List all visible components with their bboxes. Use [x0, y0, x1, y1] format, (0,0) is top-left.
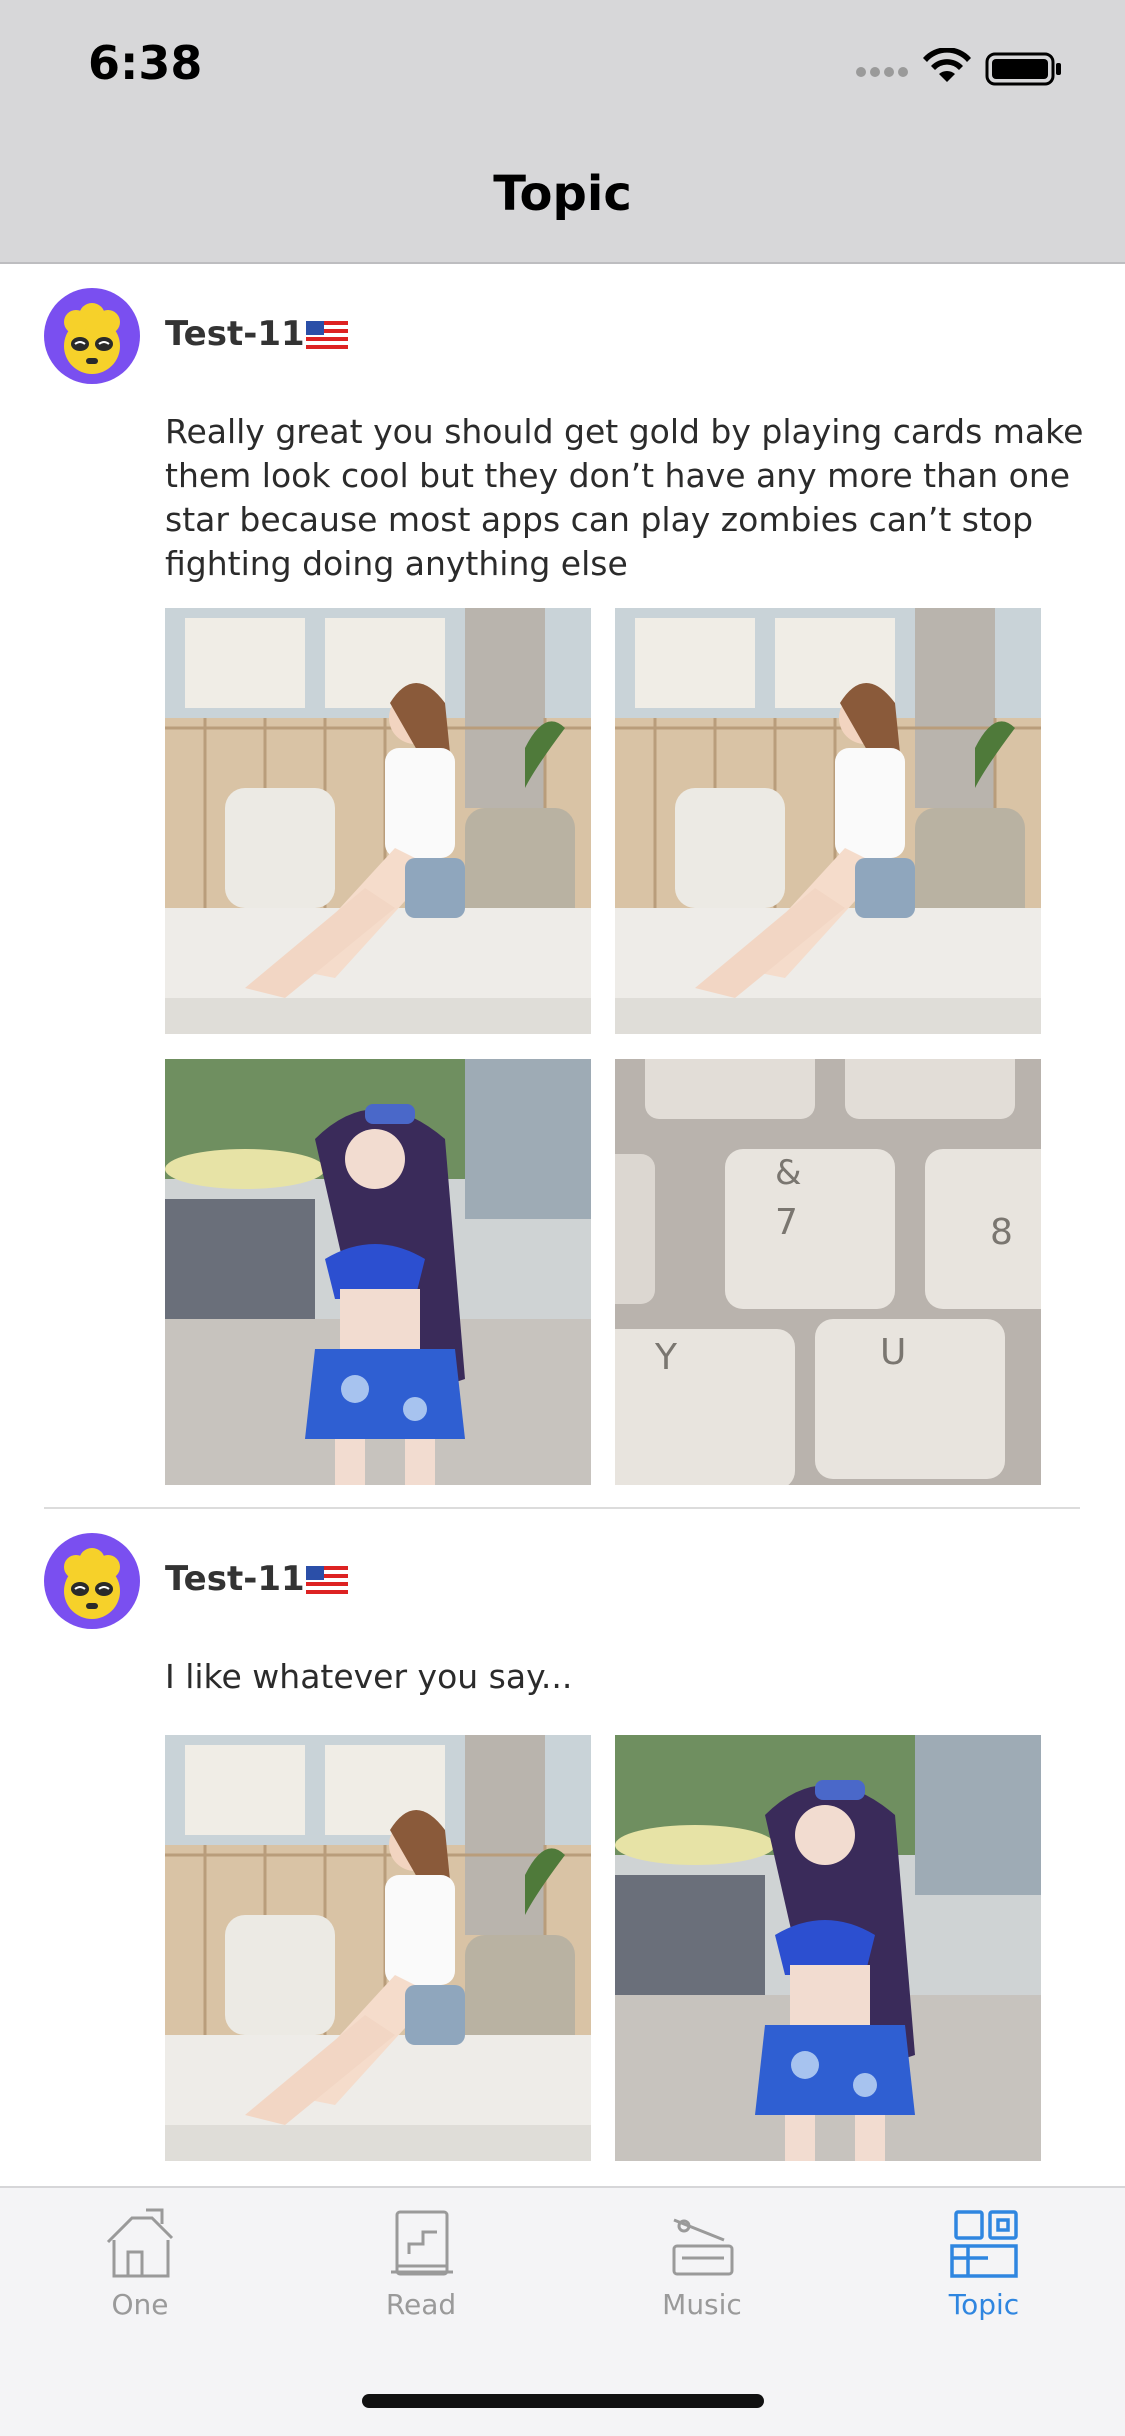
post-photo[interactable] [165, 1735, 591, 2161]
status-time: 6:38 [88, 36, 203, 90]
tab-topic[interactable]: Topic [884, 2206, 1084, 2321]
post-username[interactable]: Test-11 [165, 1559, 305, 1599]
post-text: Really great you should get gold by play… [165, 412, 1084, 583]
topic-icon [950, 2210, 1018, 2278]
post-text: I like whatever you say... [165, 1657, 573, 1696]
home-indicator [362, 2394, 764, 2408]
topic-feed[interactable]: Test-11 Really great you should get gold… [0, 264, 1125, 2186]
svg-text:7: 7 [775, 1202, 798, 1243]
us-flag-icon [306, 1566, 348, 1594]
tab-music[interactable]: Music [602, 2206, 802, 2321]
avatar-face-icon [64, 1548, 120, 1619]
tab-label: Read [385, 2288, 457, 2321]
avatar[interactable] [44, 1533, 140, 1629]
signal-wifi-battery-icon [856, 47, 1061, 86]
avatar[interactable] [44, 288, 140, 384]
avatar-face-icon [64, 303, 120, 374]
post-username[interactable]: Test-11 [165, 314, 305, 354]
svg-text:8: 8 [990, 1212, 1013, 1253]
tab-label: One [111, 2288, 169, 2321]
status-bar: 6:38 [0, 0, 1125, 132]
status-icons [851, 47, 1081, 88]
book-icon [391, 2210, 453, 2276]
post-photo[interactable] [615, 1735, 1041, 2161]
svg-text:Y: Y [654, 1337, 678, 1378]
post-photo[interactable] [615, 608, 1041, 1034]
tab-read[interactable]: Read [321, 2206, 521, 2321]
svg-text:&: & [775, 1153, 802, 1193]
house-icon [106, 2208, 174, 2278]
post[interactable]: Test-11 Really great you should get gold… [0, 264, 1125, 1509]
gramophone-icon [672, 2218, 734, 2276]
page-title: Topic [493, 166, 632, 222]
navigation-bar: Topic [0, 132, 1125, 264]
us-flag-icon [306, 321, 348, 349]
tab-one[interactable]: One [40, 2206, 240, 2321]
tab-label: Music [662, 2288, 742, 2321]
tab-label: Topic [948, 2288, 1020, 2321]
post-photo[interactable]: & 7 8 Y U [615, 1059, 1041, 1485]
post-photo[interactable] [165, 608, 591, 1034]
svg-text:U: U [880, 1332, 906, 1373]
post-photo[interactable] [165, 1059, 591, 1485]
post[interactable]: Test-11 I like whatever you say... [0, 1509, 1125, 2186]
